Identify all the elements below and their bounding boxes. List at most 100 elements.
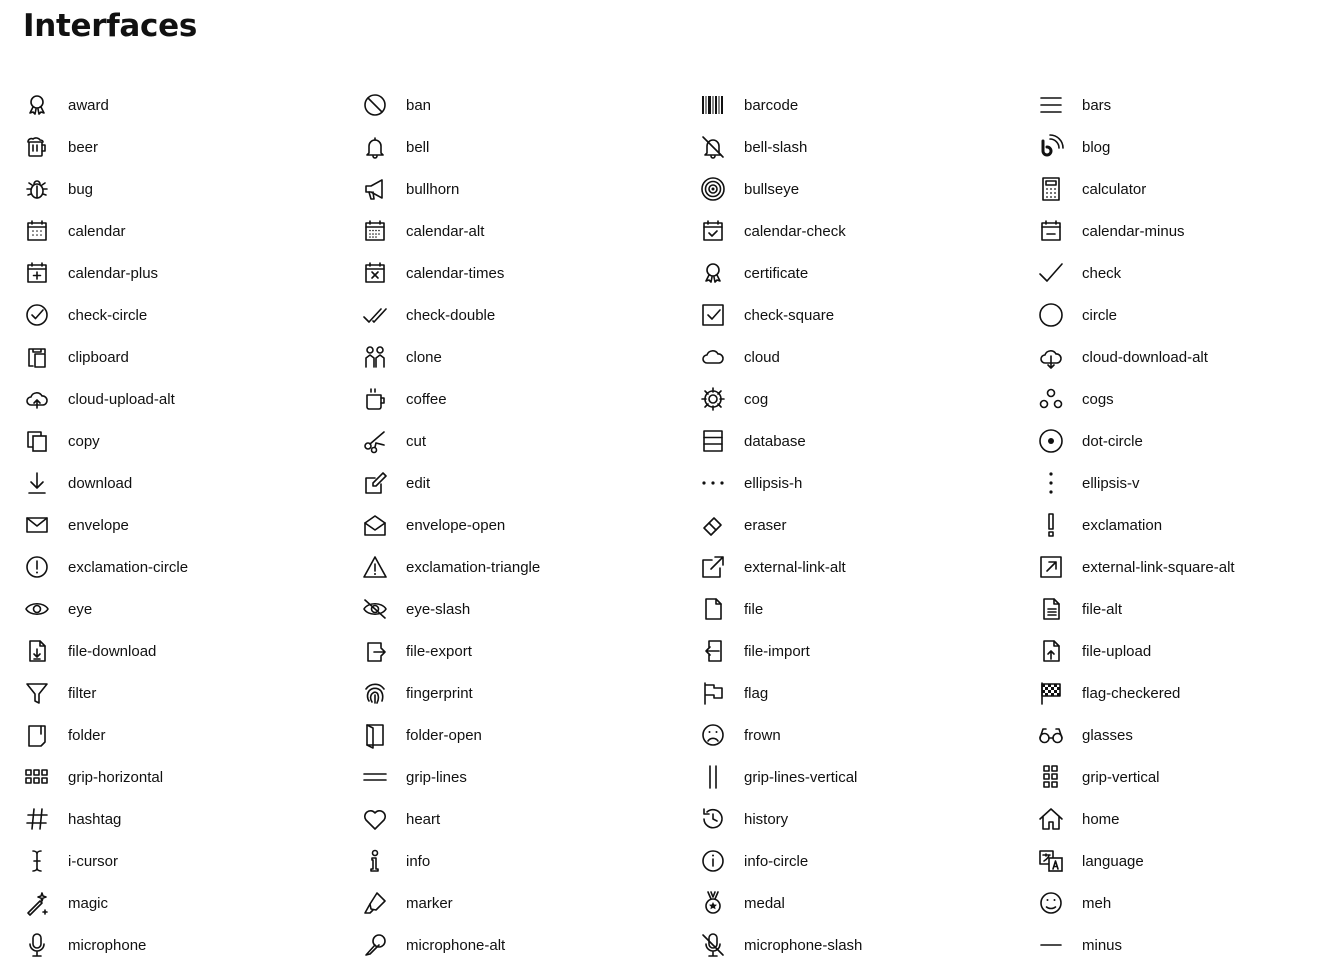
icon-item-clone[interactable]: clone: [360, 336, 442, 378]
icon-item-cloud[interactable]: cloud: [698, 336, 780, 378]
icon-item-calendar[interactable]: calendar: [22, 210, 126, 252]
icon-item-cut[interactable]: cut: [360, 420, 426, 462]
icon-label: history: [744, 810, 789, 828]
icon-item-calendar-times[interactable]: calendar-times: [360, 252, 504, 294]
icon-item-minus[interactable]: minus: [1036, 924, 1122, 966]
icon-item-marker[interactable]: marker: [360, 882, 453, 924]
icon-item-edit[interactable]: edit: [360, 462, 430, 504]
icon-item-ban[interactable]: ban: [360, 84, 431, 126]
icon-label: filter: [68, 684, 97, 702]
icon-item-heart[interactable]: heart: [360, 798, 440, 840]
icon-item-microphone[interactable]: microphone: [22, 924, 146, 966]
microphone-icon: [22, 930, 52, 960]
icon-item-external-link-square-alt[interactable]: external-link-square-alt: [1036, 546, 1235, 588]
icon-item-calendar-plus[interactable]: calendar-plus: [22, 252, 158, 294]
icon-item-microphone-alt[interactable]: microphone-alt: [360, 924, 505, 966]
icon-item-blog[interactable]: blog: [1036, 126, 1110, 168]
icon-item-eraser[interactable]: eraser: [698, 504, 787, 546]
icon-item-award[interactable]: award: [22, 84, 109, 126]
icon-item-check[interactable]: check: [1036, 252, 1121, 294]
icon-item-i-cursor[interactable]: i-cursor: [22, 840, 118, 882]
icon-item-eye-slash[interactable]: eye-slash: [360, 588, 470, 630]
icon-item-bug[interactable]: bug: [22, 168, 93, 210]
icon-item-bars[interactable]: bars: [1036, 84, 1111, 126]
icon-item-history[interactable]: history: [698, 798, 788, 840]
icon-item-flag-checkered[interactable]: flag-checkered: [1036, 672, 1180, 714]
icon-item-check-square[interactable]: check-square: [698, 294, 834, 336]
icon-label: clone: [406, 348, 442, 366]
icon-item-check-circle[interactable]: check-circle: [22, 294, 147, 336]
icon-item-meh[interactable]: meh: [1036, 882, 1111, 924]
icon-item-dot-circle[interactable]: dot-circle: [1036, 420, 1143, 462]
icon-item-grip-lines[interactable]: grip-lines: [360, 756, 467, 798]
icon-item-grip-horizontal[interactable]: grip-horizontal: [22, 756, 163, 798]
icon-item-hashtag[interactable]: hashtag: [22, 798, 121, 840]
icon-item-external-link-alt[interactable]: external-link-alt: [698, 546, 846, 588]
calendar-icon: [22, 216, 52, 246]
icon-item-calendar-check[interactable]: calendar-check: [698, 210, 846, 252]
external-link-square-alt-icon: [1036, 552, 1066, 582]
icon-label: eraser: [744, 516, 787, 534]
flag-icon: [698, 678, 728, 708]
icon-item-exclamation[interactable]: exclamation: [1036, 504, 1162, 546]
icon-label: glasses: [1082, 726, 1133, 744]
icon-item-medal[interactable]: medal: [698, 882, 785, 924]
icon-item-exclamation-triangle[interactable]: exclamation-triangle: [360, 546, 540, 588]
icon-item-bell-slash[interactable]: bell-slash: [698, 126, 807, 168]
icon-item-ellipsis-h[interactable]: ellipsis-h: [698, 462, 802, 504]
icon-item-info[interactable]: info: [360, 840, 430, 882]
icon-item-language[interactable]: language: [1036, 840, 1144, 882]
icon-item-info-circle[interactable]: info-circle: [698, 840, 808, 882]
icon-item-file[interactable]: file: [698, 588, 763, 630]
calendar-check-icon: [698, 216, 728, 246]
icon-item-folder-open[interactable]: folder-open: [360, 714, 482, 756]
icon-item-cloud-upload-alt[interactable]: cloud-upload-alt: [22, 378, 175, 420]
icon-item-calendar-minus[interactable]: calendar-minus: [1036, 210, 1185, 252]
icon-label: external-link-alt: [744, 558, 846, 576]
icon-item-download[interactable]: download: [22, 462, 132, 504]
icon-item-frown[interactable]: frown: [698, 714, 781, 756]
icon-item-check-double[interactable]: check-double: [360, 294, 495, 336]
marker-icon: [360, 888, 390, 918]
icon-item-grip-vertical[interactable]: grip-vertical: [1036, 756, 1160, 798]
icon-item-envelope-open[interactable]: envelope-open: [360, 504, 505, 546]
fingerprint-icon: [360, 678, 390, 708]
icon-item-envelope[interactable]: envelope: [22, 504, 129, 546]
icon-label: file-alt: [1082, 600, 1123, 618]
icon-item-file-upload[interactable]: file-upload: [1036, 630, 1151, 672]
icon-item-microphone-slash[interactable]: microphone-slash: [698, 924, 862, 966]
icon-item-certificate[interactable]: certificate: [698, 252, 808, 294]
icon-item-exclamation-circle[interactable]: exclamation-circle: [22, 546, 188, 588]
icon-item-calendar-alt[interactable]: calendar-alt: [360, 210, 484, 252]
icon-item-ellipsis-v[interactable]: ellipsis-v: [1036, 462, 1140, 504]
icon-item-folder[interactable]: folder: [22, 714, 106, 756]
icon-label: beer: [68, 138, 99, 156]
icon-item-filter[interactable]: filter: [22, 672, 96, 714]
medal-icon: [698, 888, 728, 918]
icon-item-grip-lines-vertical[interactable]: grip-lines-vertical: [698, 756, 857, 798]
icon-item-bell[interactable]: bell: [360, 126, 429, 168]
icon-item-flag[interactable]: flag: [698, 672, 768, 714]
icon-item-file-alt[interactable]: file-alt: [1036, 588, 1122, 630]
icon-item-copy[interactable]: copy: [22, 420, 100, 462]
icon-item-bullseye[interactable]: bullseye: [698, 168, 799, 210]
icon-item-cog[interactable]: cog: [698, 378, 768, 420]
icon-item-clipboard[interactable]: clipboard: [22, 336, 129, 378]
icon-item-magic[interactable]: magic: [22, 882, 108, 924]
icon-item-calculator[interactable]: calculator: [1036, 168, 1146, 210]
icon-item-file-download[interactable]: file-download: [22, 630, 156, 672]
icon-item-bullhorn[interactable]: bullhorn: [360, 168, 459, 210]
icon-item-circle[interactable]: circle: [1036, 294, 1117, 336]
icon-item-glasses[interactable]: glasses: [1036, 714, 1133, 756]
icon-item-eye[interactable]: eye: [22, 588, 92, 630]
icon-item-fingerprint[interactable]: fingerprint: [360, 672, 473, 714]
icon-item-barcode[interactable]: barcode: [698, 84, 798, 126]
icon-item-file-import[interactable]: file-import: [698, 630, 810, 672]
icon-item-database[interactable]: database: [698, 420, 806, 462]
icon-item-coffee[interactable]: coffee: [360, 378, 447, 420]
icon-item-home[interactable]: home: [1036, 798, 1120, 840]
icon-item-cloud-download-alt[interactable]: cloud-download-alt: [1036, 336, 1208, 378]
icon-item-beer[interactable]: beer: [22, 126, 98, 168]
icon-item-file-export[interactable]: file-export: [360, 630, 472, 672]
icon-item-cogs[interactable]: cogs: [1036, 378, 1114, 420]
